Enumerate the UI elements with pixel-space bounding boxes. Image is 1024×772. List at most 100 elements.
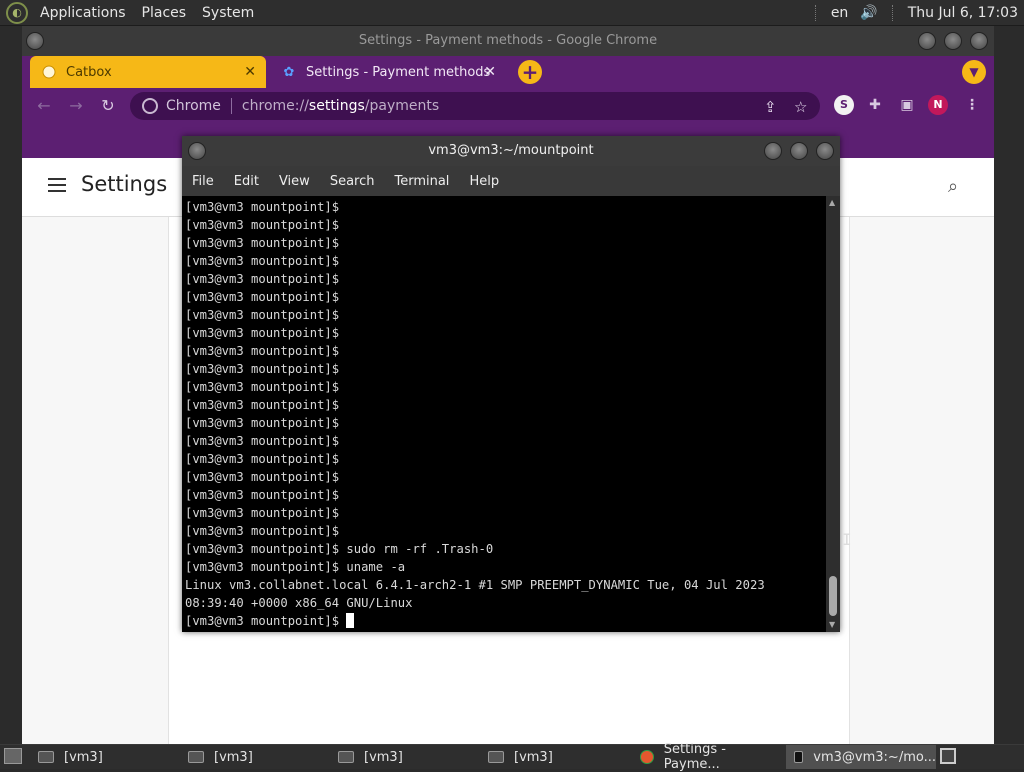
menu-search[interactable]: Search: [320, 174, 385, 189]
terminal-line: [vm3@vm3 mountpoint]$: [185, 326, 340, 340]
reload-icon[interactable]: ↻: [98, 96, 118, 116]
tab-label: Catbox: [66, 64, 112, 80]
terminal-output: [vm3@vm3 mountpoint]$ [vm3@vm3 mountpoin…: [182, 196, 826, 630]
terminal-title: vm3@vm3:~/mountpoint: [428, 143, 594, 158]
terminal-line: [vm3@vm3 mountpoint]$: [185, 416, 340, 430]
close-window-icon[interactable]: [970, 32, 988, 50]
terminal-cursor: [346, 613, 355, 628]
taskbar-item-vm3-2[interactable]: [vm3]: [180, 745, 328, 769]
tab-settings[interactable]: ✿ Settings - Payment methods ✕: [270, 56, 506, 88]
terminal-line: [vm3@vm3 mountpoint]$: [185, 470, 340, 484]
top-panel-tray: en 🔊 Thu Jul 6, 17:03: [807, 0, 1024, 25]
menu-help[interactable]: Help: [459, 174, 509, 189]
site-label: Chrome: [166, 98, 232, 114]
minimize-icon[interactable]: [918, 32, 936, 50]
terminal-line: Linux vm3.collabnet.local 6.4.1-arch2-1 …: [185, 578, 765, 592]
window-menu-icon[interactable]: [188, 142, 206, 160]
close-tab-icon[interactable]: ✕: [484, 64, 496, 80]
top-panel: ◐ Applications Places System en 🔊 Thu Ju…: [0, 0, 1024, 26]
terminal-screen[interactable]: [vm3@vm3 mountpoint]$ [vm3@vm3 mountpoin…: [182, 196, 826, 632]
taskbar-item-terminal[interactable]: vm3@vm3:~/mo...: [786, 745, 936, 769]
folder-icon: [38, 751, 54, 763]
hamburger-menu-icon[interactable]: [48, 178, 66, 196]
clock[interactable]: Thu Jul 6, 17:03: [902, 5, 1024, 21]
terminal-window: vm3@vm3:~/mountpoint File Edit View Sear…: [182, 136, 852, 632]
terminal-line: [vm3@vm3 mountpoint]$: [185, 218, 340, 232]
terminal-line: [vm3@vm3 mountpoint]$: [185, 524, 340, 538]
taskbar-item-vm3-1[interactable]: [vm3]: [30, 745, 178, 769]
folder-icon: [488, 751, 504, 763]
terminal-line: [vm3@vm3 mountpoint]$: [185, 380, 340, 394]
distro-logo-icon[interactable]: ◐: [6, 1, 28, 24]
terminal-line: [vm3@vm3 mountpoint]$: [185, 506, 340, 520]
tray-separator: [891, 4, 894, 21]
menu-places[interactable]: Places: [134, 5, 195, 21]
terminal-scrollbar[interactable]: ▲ ▼: [826, 196, 840, 632]
taskbar-item-chrome[interactable]: Settings - Payme...: [632, 742, 784, 772]
new-tab-button[interactable]: +: [518, 60, 542, 84]
share-icon[interactable]: ⇪: [764, 98, 777, 116]
folder-icon: [188, 751, 204, 763]
scroll-down-icon[interactable]: ▼: [829, 620, 835, 629]
maximize-icon[interactable]: [944, 32, 962, 50]
terminal-line: [vm3@vm3 mountpoint]$: [185, 452, 340, 466]
terminal-line: [vm3@vm3 mountpoint]$: [185, 362, 340, 376]
volume-icon[interactable]: 🔊: [854, 5, 883, 21]
terminal-line: 08:39:40 +0000 x86_64 GNU/Linux: [185, 596, 413, 610]
tab-strip: Catbox ✕ ✿ Settings - Payment methods ✕ …: [22, 56, 994, 88]
menu-terminal[interactable]: Terminal: [384, 174, 459, 189]
folder-icon: [338, 751, 354, 763]
scroll-up-icon[interactable]: ▲: [829, 198, 835, 207]
menu-system[interactable]: System: [194, 5, 262, 21]
scrollbar-thumb[interactable]: [829, 576, 837, 616]
terminal-titlebar[interactable]: vm3@vm3:~/mountpoint: [182, 136, 840, 166]
tab-label: Settings - Payment methods: [306, 64, 491, 80]
forward-icon[interactable]: →: [66, 96, 86, 116]
terminal-line: [vm3@vm3 mountpoint]$: [185, 200, 340, 214]
close-tab-icon[interactable]: ✕: [244, 64, 256, 80]
terminal-line: [vm3@vm3 mountpoint]$: [185, 290, 340, 304]
gear-icon: ✿: [283, 64, 295, 80]
text-cursor-icon: I: [842, 530, 852, 549]
terminal-line: [vm3@vm3 mountpoint]$: [185, 308, 340, 322]
chrome-toolbar: ← → ↻ Chrome chrome://settings/payments …: [22, 88, 994, 124]
url-text: chrome://settings/payments: [241, 98, 440, 114]
chrome-titlebar[interactable]: Settings - Payment methods - Google Chro…: [22, 26, 994, 56]
kebab-menu-icon[interactable]: ⋮: [962, 95, 982, 115]
address-bar[interactable]: Chrome chrome://settings/payments ⇪ ☆: [130, 92, 820, 120]
terminal-line: [vm3@vm3 mountpoint]$: [185, 488, 340, 502]
tab-catbox[interactable]: Catbox ✕: [30, 56, 266, 88]
window-menu-icon[interactable]: [26, 32, 44, 50]
tab-search-icon[interactable]: ▼: [962, 60, 986, 84]
chrome-window-title: Settings - Payment methods - Google Chro…: [358, 33, 658, 48]
terminal-line: [vm3@vm3 mountpoint]$ uname -a: [185, 560, 406, 574]
taskbar-item-vm3-3[interactable]: [vm3]: [330, 745, 478, 769]
menu-file[interactable]: File: [182, 174, 224, 189]
terminal-prompt: [vm3@vm3 mountpoint]$: [185, 614, 347, 628]
extension-s-icon[interactable]: S: [834, 95, 854, 115]
menu-edit[interactable]: Edit: [224, 174, 269, 189]
chrome-logo-icon: [142, 98, 158, 114]
show-desktop-icon[interactable]: [4, 748, 22, 764]
chrome-logo-icon: [640, 750, 654, 764]
puzzle-extensions-icon[interactable]: ✚: [865, 95, 885, 115]
keyboard-layout[interactable]: en: [825, 5, 855, 21]
catbox-favicon-icon: [42, 65, 56, 79]
tray-separator: [814, 4, 817, 21]
profile-avatar[interactable]: N: [928, 95, 948, 115]
menu-applications[interactable]: Applications: [32, 5, 134, 21]
terminal-line: [vm3@vm3 mountpoint]$: [185, 272, 340, 286]
search-icon[interactable]: ⌕: [948, 176, 958, 197]
terminal-menubar: File Edit View Search Terminal Help: [182, 166, 840, 196]
bookmark-star-icon[interactable]: ☆: [794, 98, 807, 116]
back-icon[interactable]: ←: [34, 96, 54, 116]
taskbar-item-vm3-4[interactable]: [vm3]: [480, 745, 628, 769]
close-window-icon[interactable]: [816, 142, 834, 160]
terminal-line: [vm3@vm3 mountpoint]$: [185, 344, 340, 358]
menu-view[interactable]: View: [269, 174, 320, 189]
maximize-icon[interactable]: [790, 142, 808, 160]
workspace-switcher-icon[interactable]: [940, 748, 956, 764]
side-panel-icon[interactable]: ▣: [897, 95, 917, 115]
minimize-icon[interactable]: [764, 142, 782, 160]
bottom-taskbar: [vm3] [vm3] [vm3] [vm3] Settings - Payme…: [0, 742, 1024, 772]
